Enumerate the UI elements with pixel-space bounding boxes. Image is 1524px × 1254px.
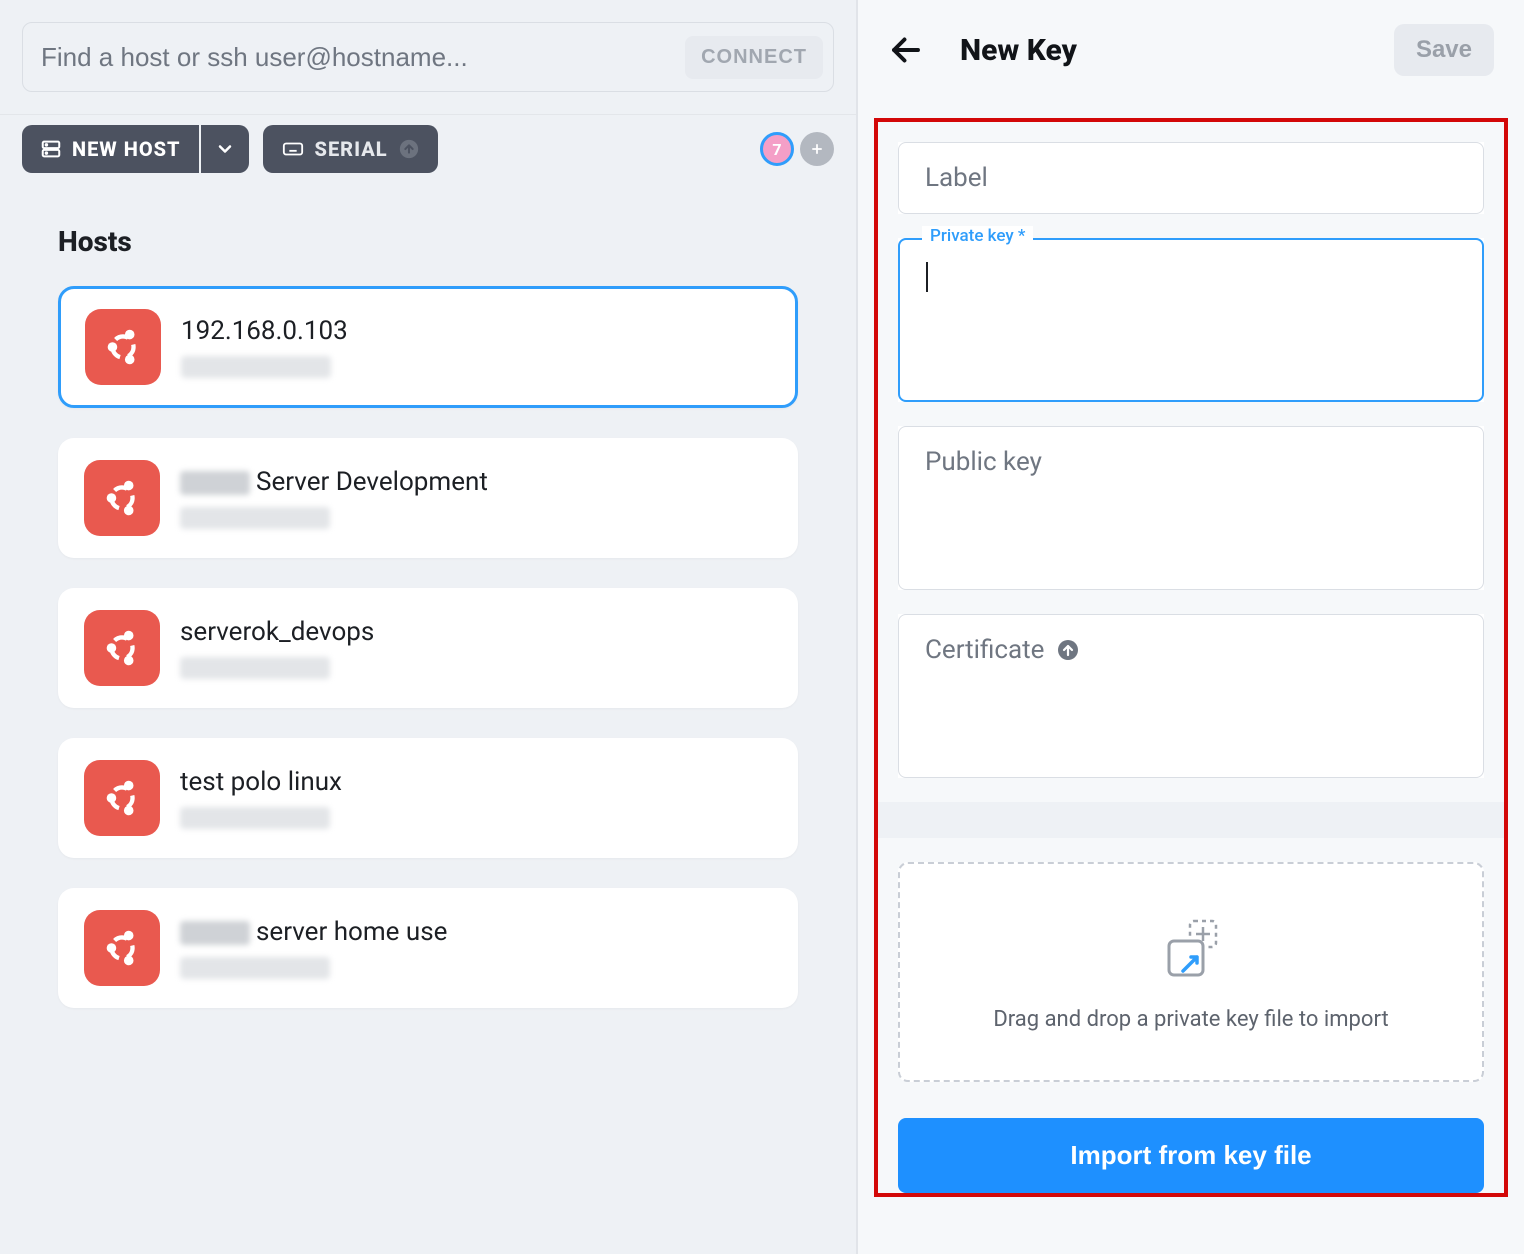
host-name: Server Development — [180, 467, 488, 497]
label-input[interactable]: Label — [898, 142, 1484, 214]
host-name: test polo linux — [180, 767, 342, 797]
ubuntu-icon — [85, 309, 161, 385]
host-subtext-blurred — [180, 507, 330, 529]
label-field-wrap: Label — [898, 142, 1484, 214]
import-from-file-button[interactable]: Import from key file — [898, 1118, 1484, 1193]
sync-badge[interactable]: 7 — [760, 132, 794, 166]
hosts-heading: Hosts — [58, 225, 798, 258]
serial-button[interactable]: SERIAL — [263, 125, 438, 173]
host-card[interactable]: server home use — [58, 888, 798, 1008]
panel-title: New Key — [960, 33, 1077, 68]
section-divider — [878, 802, 1504, 838]
certificate-textarea[interactable]: Certificate — [898, 614, 1484, 778]
import-file-icon — [1155, 913, 1227, 985]
arrow-up-circle-icon — [398, 138, 420, 160]
add-badge[interactable] — [800, 132, 834, 166]
host-subtext-blurred — [181, 356, 331, 378]
key-file-dropzone[interactable]: Drag and drop a private key file to impo… — [898, 862, 1484, 1082]
private-key-textarea[interactable] — [898, 238, 1484, 402]
search-input[interactable] — [41, 42, 685, 73]
ubuntu-icon — [84, 610, 160, 686]
label-placeholder: Label — [925, 163, 1457, 193]
text-caret — [926, 262, 928, 292]
host-subtext-blurred — [180, 657, 330, 679]
certificate-placeholder: Certificate — [925, 635, 1044, 665]
host-card[interactable]: Server Development — [58, 438, 798, 558]
dropzone-text: Drag and drop a private key file to impo… — [993, 1007, 1388, 1032]
host-card[interactable]: test polo linux — [58, 738, 798, 858]
private-key-label: Private key * — [922, 226, 1033, 246]
host-subtext-blurred — [180, 807, 330, 829]
search-bar: CONNECT — [22, 22, 834, 92]
new-host-button[interactable]: NEW HOST — [22, 125, 199, 173]
chevron-down-icon — [215, 139, 235, 159]
public-key-field-wrap: Public key — [898, 426, 1484, 590]
toolbar: NEW HOST SERIAL — [0, 114, 856, 195]
ubuntu-icon — [84, 460, 160, 536]
sync-badge-count: 7 — [772, 140, 781, 159]
serial-label: SERIAL — [315, 137, 388, 161]
host-name: serverok_devops — [180, 617, 374, 647]
host-name: server home use — [180, 917, 447, 947]
public-key-placeholder: Public key — [925, 447, 1457, 477]
private-key-field-wrap: Private key * — [898, 238, 1484, 402]
server-icon — [40, 138, 62, 160]
save-button[interactable]: Save — [1394, 24, 1494, 76]
arrow-up-circle-icon — [1056, 638, 1080, 662]
highlighted-form-area: Label Private key * Public key — [874, 118, 1508, 1197]
host-card[interactable]: 192.168.0.103 — [58, 286, 798, 408]
arrow-left-icon — [888, 32, 924, 68]
plus-icon — [810, 142, 824, 156]
back-button[interactable] — [884, 28, 928, 72]
panel-header: New Key Save — [858, 0, 1524, 98]
certificate-field-wrap: Certificate — [898, 614, 1484, 778]
public-key-textarea[interactable]: Public key — [898, 426, 1484, 590]
ubuntu-icon — [84, 910, 160, 986]
ubuntu-icon — [84, 760, 160, 836]
host-card[interactable]: serverok_devops — [58, 588, 798, 708]
connect-button[interactable]: CONNECT — [685, 36, 823, 79]
new-host-label: NEW HOST — [72, 137, 181, 161]
host-subtext-blurred — [180, 957, 330, 979]
keyboard-icon — [281, 138, 305, 160]
host-name: 192.168.0.103 — [181, 316, 348, 346]
new-host-dropdown[interactable] — [201, 125, 249, 173]
